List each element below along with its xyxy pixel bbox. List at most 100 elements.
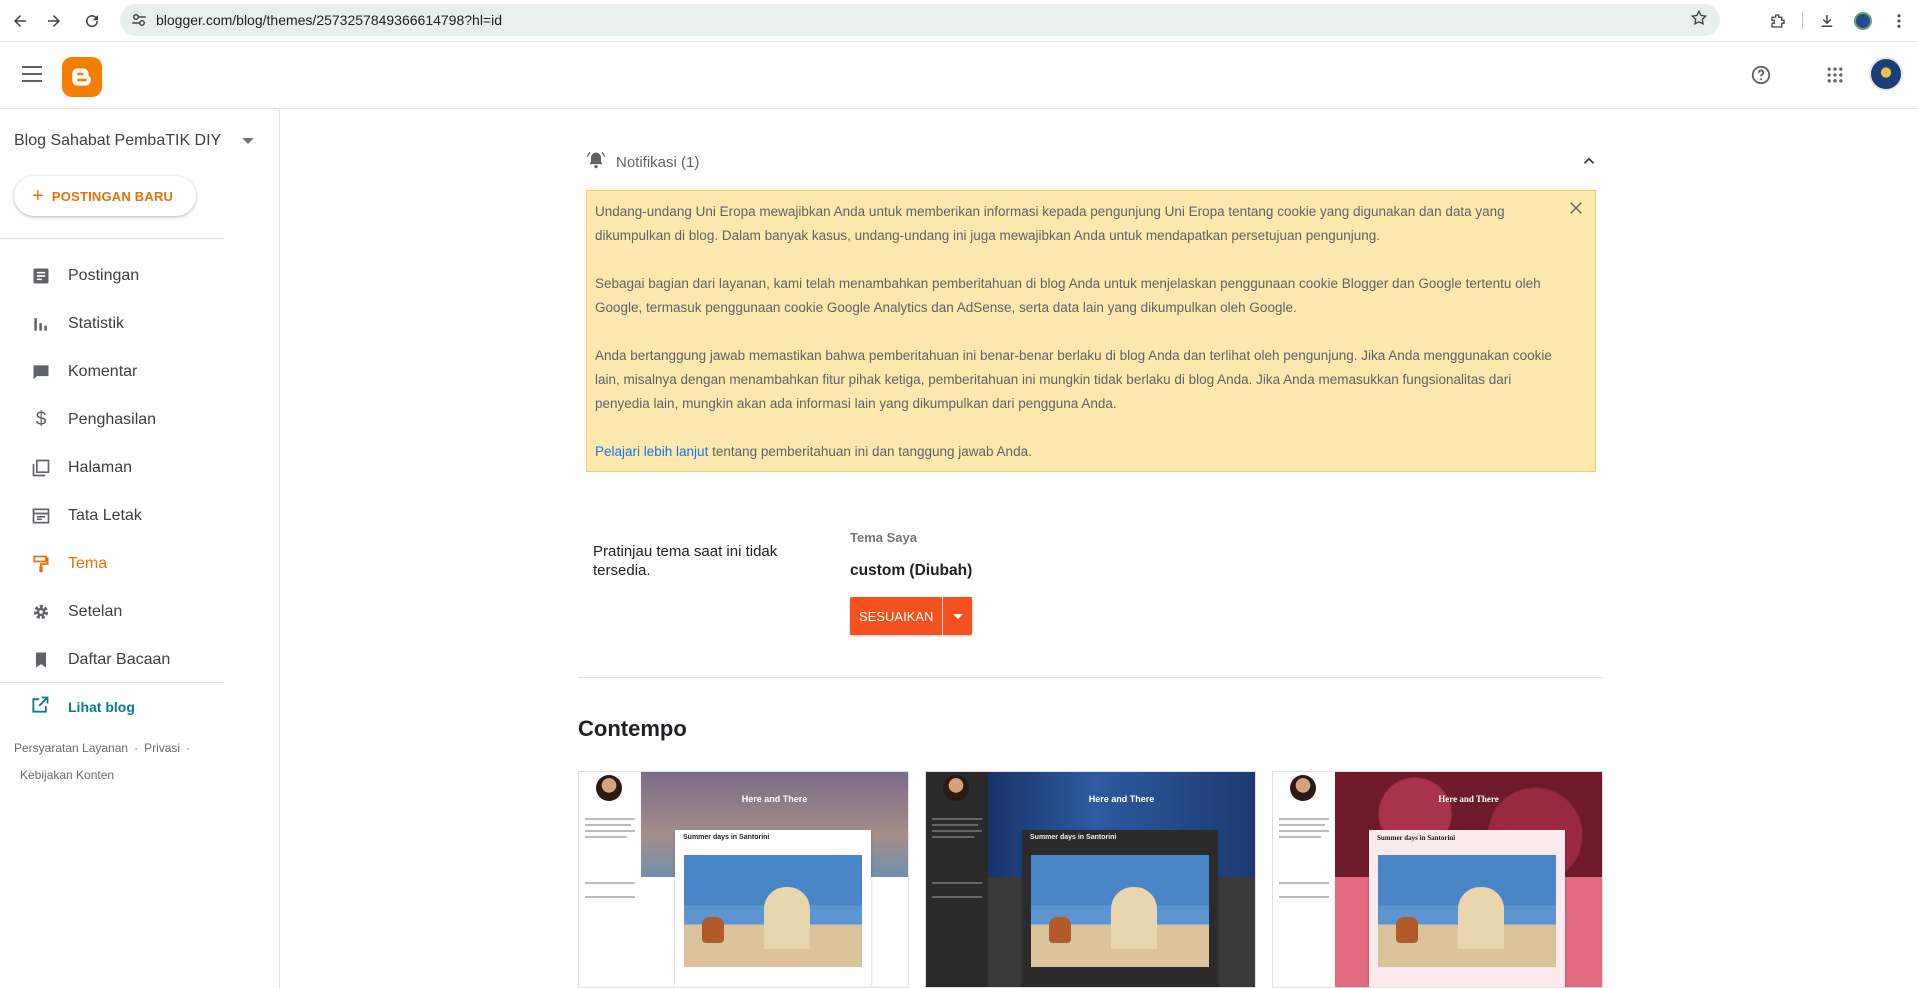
new-post-label: POSTINGAN BARU — [51, 188, 174, 204]
section-divider — [578, 677, 1603, 678]
blogger-logo[interactable] — [62, 57, 102, 97]
thumbnail-photo — [1031, 855, 1209, 967]
view-blog-link[interactable]: Lihat blog — [30, 695, 135, 718]
blog-selector[interactable]: Blog Sahabat PembaTIK DIY — [14, 132, 254, 150]
customize-button-group: SESUAIKAN — [850, 597, 973, 635]
sidebar-nav: Postingan Statistik Komentar $ Penghasil… — [0, 252, 224, 684]
thumbnail-text-line — [1279, 896, 1329, 898]
site-settings-icon[interactable] — [128, 9, 150, 31]
thumbnail-post-card: Summer days in Santorini — [675, 830, 871, 987]
thumbnail-text-line — [932, 896, 982, 898]
forward-icon[interactable] — [42, 9, 66, 33]
current-theme-name: custom (Diubah) — [850, 562, 973, 579]
browser-menu-icon[interactable] — [1881, 3, 1917, 39]
content-policy-link[interactable]: Kebijakan Konten — [20, 768, 114, 782]
sidebar-item-daftar-bacaan[interactable]: Daftar Bacaan — [0, 636, 224, 684]
thumbnail-text-line — [1279, 882, 1329, 884]
notification-title: Notifikasi (1) — [616, 153, 700, 171]
sidebar-item-tema[interactable]: Tema — [0, 540, 224, 588]
open-in-new-icon — [30, 695, 50, 718]
notice-paragraph: Anda bertanggung jawab memastikan bahwa … — [595, 348, 1552, 411]
bookmark-star-icon[interactable] — [1690, 9, 1708, 32]
toolbar-divider — [1802, 12, 1803, 30]
notice-paragraph: Undang-undang Uni Eropa mewajibkan Anda … — [595, 204, 1505, 243]
extensions-icon[interactable] — [1760, 3, 1796, 39]
sidebar-item-label: Penghasilan — [68, 411, 157, 428]
theme-family-title: Contempo — [578, 716, 687, 741]
thumbnail-text-line — [1279, 824, 1325, 826]
sidebar-item-penghasilan[interactable]: $ Penghasilan — [0, 396, 224, 444]
customize-dropdown-button[interactable] — [943, 597, 973, 635]
theme-thumbnail[interactable]: Here and There Summer days in Santorini — [925, 771, 1256, 988]
thumbnail-sidebar — [926, 772, 988, 987]
url-text: blogger.com/blog/themes/2573257849366614… — [156, 12, 503, 28]
thumbnail-blog-title: Here and There — [741, 794, 808, 804]
privacy-link[interactable]: Privasi — [144, 741, 180, 755]
notice-learn-more: Pelajari lebih lanjut tentang pemberitah… — [595, 440, 1587, 464]
thumbnail-sidebar — [579, 772, 641, 987]
close-icon[interactable] — [1567, 199, 1585, 225]
notification-header[interactable]: Notifikasi (1) — [586, 150, 1598, 174]
theme-thumbnail[interactable]: Here and There Summer days in Santorini — [578, 771, 909, 988]
posts-icon — [30, 265, 52, 287]
thumbnail-avatar — [943, 775, 969, 801]
my-theme-label: Tema Saya — [850, 530, 917, 545]
terms-link[interactable]: Persyaratan Layanan — [14, 741, 128, 755]
theme-icon — [30, 553, 52, 575]
thumbnail-sidebar — [1273, 772, 1335, 987]
nav-divider — [0, 238, 224, 239]
pages-icon — [30, 457, 52, 479]
help-icon[interactable] — [1748, 62, 1774, 88]
sidebar-item-tata-letak[interactable]: Tata Letak — [0, 492, 224, 540]
apps-grid-icon[interactable] — [1822, 62, 1848, 88]
sidebar-item-komentar[interactable]: Komentar — [0, 348, 224, 396]
thumbnail-blog-title: Here and There — [1438, 794, 1499, 804]
preview-unavailable-text: Pratinjau tema saat ini tidak tersedia. — [593, 543, 778, 579]
thumbnail-text-line — [932, 882, 982, 884]
thumbnail-text-line — [932, 824, 978, 826]
nav-divider — [0, 682, 224, 683]
thumbnail-text-line — [585, 830, 635, 832]
sidebar-item-label: Tema — [68, 555, 108, 572]
reload-icon[interactable] — [80, 9, 104, 33]
main-content: Notifikasi (1) Undang-undang Uni Eropa m… — [281, 110, 1906, 988]
chevron-up-icon[interactable] — [1580, 152, 1598, 175]
sidebar-item-label: Daftar Bacaan — [68, 651, 171, 668]
download-icon[interactable] — [1809, 3, 1845, 39]
learn-more-link[interactable]: Pelajari lebih lanjut — [595, 444, 708, 459]
thumbnail-text-line — [585, 818, 635, 820]
sidebar-item-label: Komentar — [68, 363, 138, 380]
sidebar: Blog Sahabat PembaTIK DIY + POSTINGAN BA… — [0, 110, 280, 988]
thumbnail-avatar — [596, 775, 622, 801]
thumbnail-post-title: Summer days in Santorini — [1030, 834, 1117, 841]
dollar-icon: $ — [35, 409, 47, 430]
chevron-down-icon — [242, 138, 254, 144]
thumbnail-blog-title: Here and There — [1088, 794, 1155, 804]
sidebar-item-postingan[interactable]: Postingan — [0, 252, 224, 300]
sidebar-item-label: Tata Letak — [68, 507, 142, 524]
learn-more-text: tentang pemberitahuan ini dan tanggung j… — [708, 444, 1032, 459]
thumbnail-post-card: Summer days in Santorini — [1369, 830, 1565, 987]
back-icon[interactable] — [8, 9, 32, 33]
thumbnail-text-line — [585, 836, 627, 838]
profile-icon[interactable] — [1845, 3, 1881, 39]
browser-toolbar: blogger.com/blog/themes/2573257849366614… — [0, 0, 1917, 42]
customize-button[interactable]: SESUAIKAN — [850, 597, 943, 635]
thumbnail-avatar — [1290, 775, 1316, 801]
blog-name: Blog Sahabat PembaTIK DIY — [14, 132, 222, 149]
menu-icon[interactable] — [22, 66, 42, 82]
sidebar-item-statistik[interactable]: Statistik — [0, 300, 224, 348]
app-header — [0, 42, 1917, 109]
account-avatar[interactable] — [1869, 57, 1903, 91]
thumbnail-text-line — [585, 824, 631, 826]
notice-paragraph: Sebagai bagian dari layanan, kami telah … — [595, 276, 1541, 315]
bell-icon — [586, 150, 606, 175]
theme-thumbnail[interactable]: Here and There Summer days in Santorini — [1272, 771, 1603, 988]
sidebar-item-label: Halaman — [68, 459, 133, 476]
new-post-button[interactable]: + POSTINGAN BARU — [14, 176, 196, 216]
footer-links: Persyaratan Layanan · Privasi · Kebijakan K… — [14, 741, 191, 782]
sidebar-item-setelan[interactable]: Setelan — [0, 588, 224, 636]
sidebar-item-halaman[interactable]: Halaman — [0, 444, 224, 492]
address-bar[interactable]: blogger.com/blog/themes/2573257849366614… — [120, 4, 1720, 36]
sidebar-item-label: Statistik — [68, 315, 125, 332]
